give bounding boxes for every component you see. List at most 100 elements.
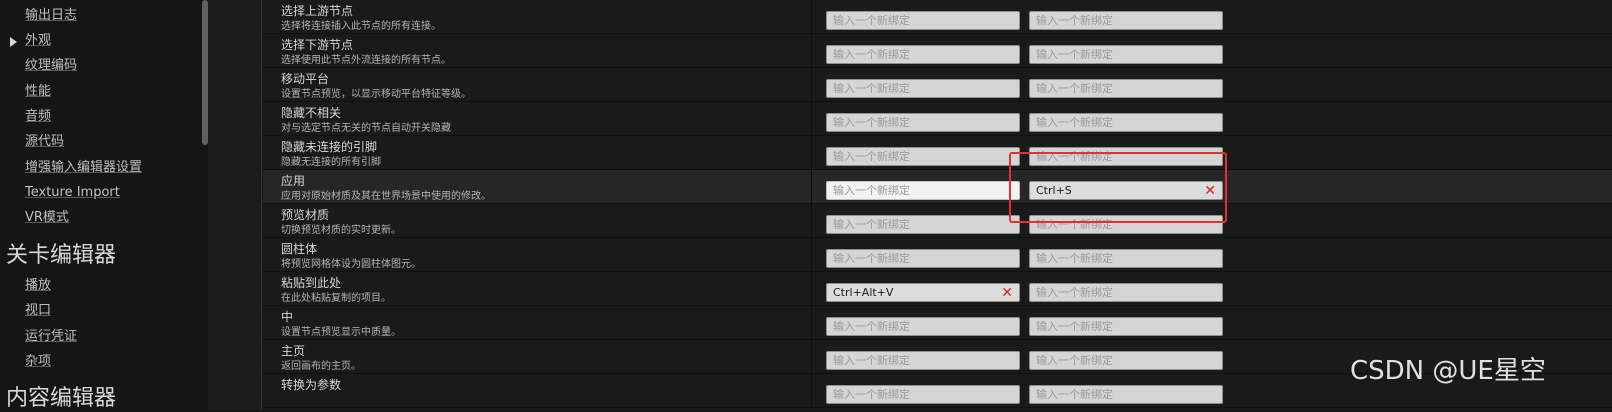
binding-input-2[interactable]: 输入一个新绑定 (1029, 249, 1223, 268)
sidebar-item-texture-encoding[interactable]: 纹理编码 (25, 58, 77, 74)
binding-placeholder: 输入一个新绑定 (1036, 150, 1113, 163)
binding-input-1[interactable]: 输入一个新绑定 (826, 11, 1020, 30)
sidebar-item-audio[interactable]: 音频 (25, 109, 51, 125)
column-divider (811, 136, 812, 170)
sidebar-item-run-credentials[interactable]: 运行凭证 (25, 329, 77, 345)
panel-divider (261, 0, 262, 410)
command-row: 预览材质切换预览材质的实时更新。 输入一个新绑定 输入一个新绑定 (263, 204, 1612, 238)
command-description: 设置节点预览，以显示移动平台特征等级。 (281, 89, 471, 100)
clear-binding-icon[interactable]: ✕ (1204, 183, 1216, 199)
binding-input-2[interactable]: 输入一个新绑定 (1029, 79, 1223, 98)
command-description: 选择将连接插入此节点的所有连接。 (281, 21, 441, 32)
binding-input-2[interactable]: 输入一个新绑定 (1029, 215, 1223, 234)
binding-input-2[interactable]: 输入一个新绑定 (1029, 385, 1223, 404)
command-name: 圆柱体 (281, 242, 318, 256)
binding-value: Ctrl+Alt+V (833, 286, 894, 299)
binding-input-1[interactable]: 输入一个新绑定 (826, 249, 1020, 268)
binding-input-1[interactable]: 输入一个新绑定 (826, 147, 1020, 166)
binding-input-1[interactable]: 输入一个新绑定 (826, 215, 1020, 234)
command-name: 选择下游节点 (281, 38, 354, 52)
binding-placeholder: 输入一个新绑定 (1036, 320, 1113, 333)
command-description: 对与选定节点无关的节点自动开关隐藏 (281, 123, 451, 134)
column-divider (811, 204, 812, 238)
binding-placeholder: 输入一个新绑定 (1036, 252, 1113, 265)
command-name: 隐藏不相关 (281, 106, 342, 120)
binding-input-1[interactable]: 输入一个新绑定 (826, 45, 1020, 64)
binding-placeholder: 输入一个新绑定 (833, 252, 910, 265)
column-divider (811, 374, 812, 408)
command-name: 中 (281, 310, 294, 324)
column-divider (811, 68, 812, 102)
column-divider (811, 272, 812, 306)
binding-placeholder: 输入一个新绑定 (833, 354, 910, 367)
binding-placeholder: 输入一个新绑定 (1036, 218, 1113, 231)
binding-placeholder: 输入一个新绑定 (1036, 388, 1113, 401)
sidebar-heading-content-editor: 内容编辑器 (6, 386, 117, 411)
command-row: 中设置节点预览显示中质量。 输入一个新绑定 输入一个新绑定 (263, 306, 1612, 340)
binding-placeholder: 输入一个新绑定 (833, 82, 910, 95)
binding-input-1[interactable]: 输入一个新绑定 (826, 181, 1020, 200)
binding-placeholder: 输入一个新绑定 (1036, 286, 1113, 299)
binding-input-2[interactable]: 输入一个新绑定 (1029, 317, 1223, 336)
command-name: 主页 (281, 344, 306, 358)
panel-gutter (208, 0, 263, 410)
binding-placeholder: 输入一个新绑定 (1036, 116, 1113, 129)
binding-input-1[interactable]: 输入一个新绑定 (826, 351, 1020, 370)
binding-placeholder: 输入一个新绑定 (833, 320, 910, 333)
keyboard-shortcuts-list: 选择上游节点 选择将连接插入此节点的所有连接。 输入一个新绑定 输入一个新绑定 选择下游… (263, 0, 1612, 410)
column-divider (811, 102, 812, 136)
expand-arrow-icon[interactable] (10, 37, 17, 47)
command-name: 粘贴到此处 (281, 276, 342, 290)
sidebar-item-performance[interactable]: 性能 (25, 84, 51, 100)
binding-placeholder: 输入一个新绑定 (833, 14, 910, 27)
command-description: 切换预览材质的实时更新。 (281, 225, 401, 236)
command-row: 应用 应用对原始材质及其在世界场景中使用的修改。 输入一个新绑定 Ctrl+S ✕ (263, 170, 1612, 204)
column-divider (811, 340, 812, 374)
binding-input-2[interactable]: 输入一个新绑定 (1029, 45, 1223, 64)
binding-input-2[interactable]: 输入一个新绑定 (1029, 283, 1223, 302)
binding-input-1[interactable]: 输入一个新绑定 (826, 385, 1020, 404)
binding-placeholder: 输入一个新绑定 (833, 218, 910, 231)
command-description: 选择使用此节点外流连接的所有节点。 (281, 55, 451, 66)
sidebar-item-source-code[interactable]: 源代码 (25, 134, 64, 150)
binding-input-2[interactable]: 输入一个新绑定 (1029, 11, 1223, 30)
command-name: 隐藏未连接的引脚 (281, 140, 378, 154)
sidebar-item-play[interactable]: 播放 (25, 278, 51, 294)
column-divider (811, 34, 812, 68)
command-description: 设置节点预览显示中质量。 (281, 327, 401, 338)
settings-sidebar: 输出日志 外观 纹理编码 性能 音频 源代码 增强输入编辑器设置 Texture… (0, 0, 208, 411)
sidebar-item-output-log[interactable]: 输出日志 (25, 8, 77, 24)
command-row: 选择上游节点 选择将连接插入此节点的所有连接。 输入一个新绑定 输入一个新绑定 (263, 0, 1612, 34)
binding-placeholder: 输入一个新绑定 (1036, 354, 1113, 367)
binding-input-2[interactable]: 输入一个新绑定 (1029, 113, 1223, 132)
binding-input-1[interactable]: 输入一个新绑定 (826, 113, 1020, 132)
sidebar-item-vr-mode[interactable]: VR模式 (25, 210, 69, 226)
command-row: 移动平台设置节点预览，以显示移动平台特征等级。 输入一个新绑定 输入一个新绑定 (263, 68, 1612, 102)
command-name: 转换为参数 (281, 378, 342, 392)
sidebar-item-enhanced-input[interactable]: 增强输入编辑器设置 (25, 160, 142, 176)
binding-input-2[interactable]: 输入一个新绑定 (1029, 147, 1223, 166)
sidebar-item-texture-import[interactable]: Texture Import (25, 185, 120, 201)
binding-input-1[interactable]: Ctrl+Alt+V ✕ (826, 283, 1020, 302)
command-description: 应用对原始材质及其在世界场景中使用的修改。 (281, 191, 491, 202)
clear-binding-icon[interactable]: ✕ (1001, 285, 1013, 301)
command-description: 返回画布的主页。 (281, 361, 361, 372)
sidebar-item-viewport[interactable]: 视口 (25, 303, 51, 319)
column-divider (811, 238, 812, 272)
sidebar-item-misc[interactable]: 杂项 (25, 354, 51, 370)
binding-input-2[interactable]: Ctrl+S ✕ (1029, 181, 1223, 200)
sidebar-heading-level-editor: 关卡编辑器 (6, 243, 117, 268)
binding-placeholder: 输入一个新绑定 (833, 184, 910, 197)
binding-input-1[interactable]: 输入一个新绑定 (826, 79, 1020, 98)
command-row: 选择下游节点选择使用此节点外流连接的所有节点。 输入一个新绑定 输入一个新绑定 (263, 34, 1612, 68)
binding-placeholder: 输入一个新绑定 (833, 150, 910, 163)
binding-value: Ctrl+S (1036, 184, 1072, 197)
command-description: 隐藏无连接的所有引脚 (281, 157, 381, 168)
binding-input-1[interactable]: 输入一个新绑定 (826, 317, 1020, 336)
command-name: 移动平台 (281, 72, 330, 86)
sidebar-item-appearance[interactable]: 外观 (25, 33, 51, 49)
binding-placeholder: 输入一个新绑定 (833, 388, 910, 401)
binding-input-2[interactable]: 输入一个新绑定 (1029, 351, 1223, 370)
command-name: 预览材质 (281, 208, 330, 222)
binding-placeholder: 输入一个新绑定 (1036, 14, 1113, 27)
